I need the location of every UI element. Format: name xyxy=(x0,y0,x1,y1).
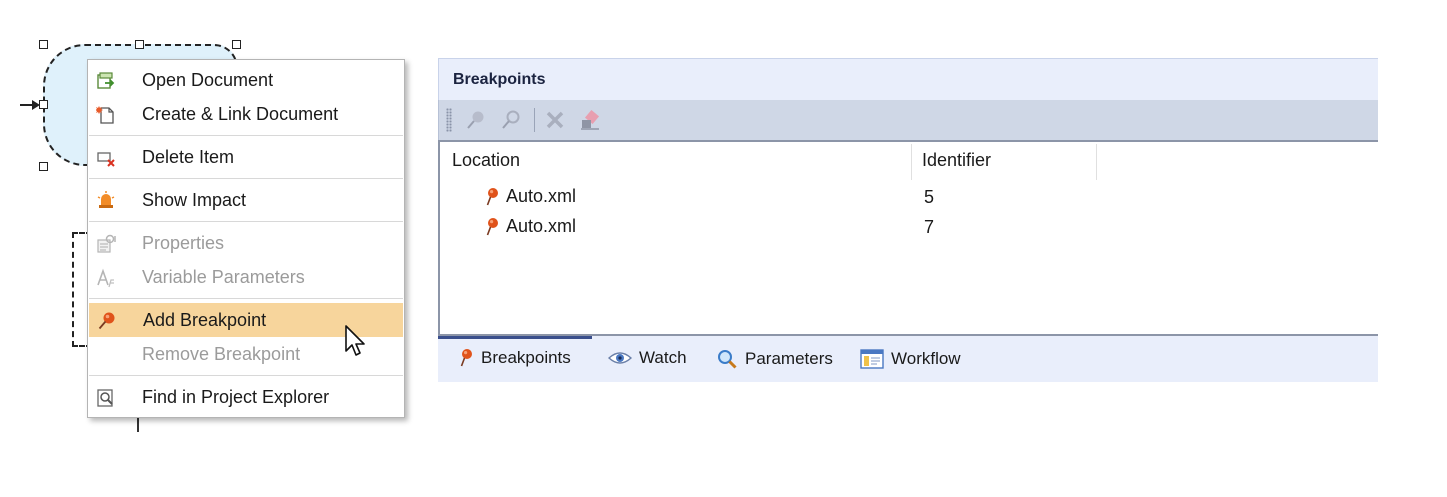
panel-title: Breakpoints xyxy=(453,71,546,88)
menu-item-delete-item[interactable]: Delete Item xyxy=(88,140,404,174)
diagram-connector-line xyxy=(137,416,139,432)
show-impact-icon xyxy=(97,191,115,208)
tab-workflow[interactable]: Workflow xyxy=(860,348,961,370)
workflow-window-icon xyxy=(860,349,884,369)
tab-breakpoints[interactable]: Breakpoints xyxy=(458,348,571,368)
menu-item-label: Delete Item xyxy=(142,147,235,167)
breakpoints-toolbar xyxy=(438,100,1378,140)
resize-handle-top-left[interactable] xyxy=(39,40,48,49)
menu-separator xyxy=(89,298,403,299)
breakpoint-location: Auto.xml xyxy=(506,216,577,236)
active-tab-indicator xyxy=(438,336,592,339)
menu-separator xyxy=(89,375,403,376)
resize-handle-top-center[interactable] xyxy=(135,40,144,49)
menu-item-show-impact[interactable]: Show Impact xyxy=(88,183,404,217)
menu-item-create-link-document[interactable]: Create & Link Document xyxy=(88,97,404,131)
breakpoint-pin-icon xyxy=(460,349,472,367)
menu-item-label: Variable Parameters xyxy=(142,267,305,287)
tab-label: Watch xyxy=(639,348,687,367)
magnifier-icon xyxy=(718,350,737,369)
menu-item-label: Show Impact xyxy=(142,190,247,210)
breakpoint-identifier: 7 xyxy=(924,217,935,237)
menu-item-label: Properties xyxy=(142,233,225,253)
enable-breakpoint-pin-icon[interactable] xyxy=(465,109,487,131)
resize-handle-top-right[interactable] xyxy=(232,40,241,49)
resize-handle-bottom-left[interactable] xyxy=(39,162,48,171)
toolbar-grip-icon[interactable] xyxy=(446,108,452,132)
tab-label: Workflow xyxy=(891,349,961,368)
delete-item-icon xyxy=(97,152,115,167)
clear-all-eraser-icon[interactable] xyxy=(579,109,601,131)
create-link-document-icon xyxy=(96,106,114,124)
menu-item-label: Open Document xyxy=(142,70,274,90)
menu-separator xyxy=(89,135,403,136)
tab-label: Parameters xyxy=(745,349,833,368)
find-in-explorer-icon xyxy=(97,389,113,407)
toolbar-separator xyxy=(534,108,535,132)
menu-separator xyxy=(89,221,403,222)
breakpoint-identifier: 5 xyxy=(924,187,935,207)
menu-item-properties[interactable]: Properties xyxy=(88,226,404,260)
menu-item-label: Find in Project Explorer xyxy=(142,387,330,407)
breakpoints-grid: Location Identifier Auto.xml 5 Auto.xml … xyxy=(438,140,1378,336)
menu-separator xyxy=(89,178,403,179)
breakpoint-pin-icon xyxy=(486,187,498,205)
open-document-icon xyxy=(97,72,115,89)
tab-parameters[interactable]: Parameters xyxy=(716,348,833,370)
panel-title-bar: Breakpoints xyxy=(438,58,1378,100)
table-row[interactable]: Auto.xml xyxy=(484,216,576,237)
panel-tab-strip: Breakpoints Watch Parameters Workflow xyxy=(438,336,1378,382)
mouse-cursor-icon xyxy=(345,325,365,356)
table-row[interactable]: Auto.xml xyxy=(484,186,576,207)
menu-item-variable-parameters[interactable]: Variable Parameters xyxy=(88,260,404,294)
menu-item-label: Create & Link Document xyxy=(142,104,339,124)
delete-breakpoint-x-icon[interactable] xyxy=(544,109,566,131)
menu-item-label: Add Breakpoint xyxy=(143,310,267,330)
disable-breakpoint-pin-icon[interactable] xyxy=(500,109,522,131)
column-header-identifier[interactable]: Identifier xyxy=(922,150,991,171)
properties-icon xyxy=(97,234,116,253)
context-menu: Open Document Create & Link Document Del… xyxy=(87,59,405,418)
variable-parameters-icon xyxy=(97,268,114,288)
breakpoints-panel: Breakpoints Location Identifier Auto.xml… xyxy=(438,58,1378,382)
menu-item-label: Remove Breakpoint xyxy=(142,344,301,364)
breakpoint-pin-icon xyxy=(486,217,498,235)
eye-icon xyxy=(608,352,632,364)
column-header-location[interactable]: Location xyxy=(452,150,520,171)
breakpoint-location: Auto.xml xyxy=(506,186,577,206)
input-port-arrow-icon xyxy=(20,100,40,110)
breakpoint-pin-icon xyxy=(98,312,115,330)
menu-item-find-in-project-explorer[interactable]: Find in Project Explorer xyxy=(88,380,404,414)
column-divider[interactable] xyxy=(911,144,912,180)
column-divider[interactable] xyxy=(1096,144,1097,180)
tab-watch[interactable]: Watch xyxy=(608,348,687,368)
menu-item-open-document[interactable]: Open Document xyxy=(88,63,404,97)
tab-label: Breakpoints xyxy=(481,348,571,367)
